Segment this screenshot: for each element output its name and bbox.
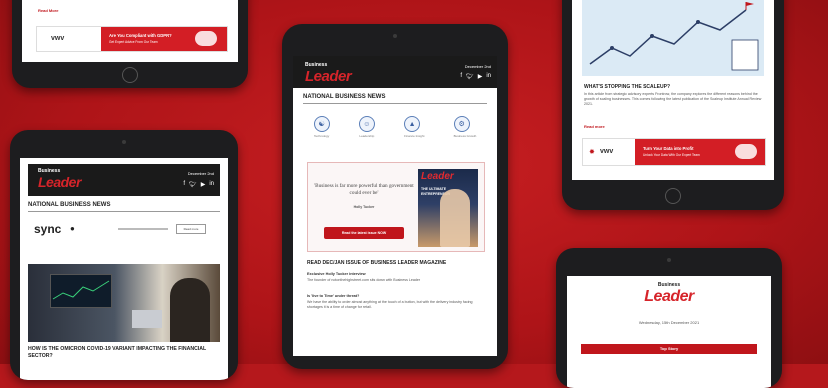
climbing-chart-icon: [589, 2, 759, 71]
camera-icon: [667, 258, 671, 262]
issue-date: December 2nd: [464, 64, 491, 69]
monitor-screen: [50, 274, 112, 308]
promo-quote: 'Business is far more powerful than gove…: [314, 183, 414, 196]
stock-chart-icon: [52, 280, 110, 300]
ad-title: Are You Compliant with GDPR?: [109, 33, 172, 38]
sponsor-read-more-button[interactable]: Read more: [176, 224, 206, 234]
apple-icon: ●: [70, 224, 75, 233]
sponsor-row: sync ● Read more: [28, 220, 220, 242]
tablet-screen: Read More vwv Are You Compliant with GDP…: [22, 0, 238, 62]
tablet-screen: WHAT'S STOPPING THE SCALEUP? In this art…: [572, 0, 774, 180]
tablet-bottom-left: Business Leader December 2nd f 🐦︎ ▶ in N…: [10, 130, 238, 380]
newsletter-header: Business Leader December 2nd f 🐦︎ ▶ in: [28, 164, 220, 196]
ad-red-band: Turn Your Data into Profit Unlock Your D…: [635, 139, 765, 165]
business-leader-logo: Business Leader: [305, 62, 352, 85]
magazine-cover[interactable]: Leader THE ULTIMATE ENTREPRENEUR: [418, 169, 478, 247]
tablet-screen: Business Leader Wednesday, 15th December…: [567, 276, 771, 388]
paragraph: We have the ability to order almost anyt…: [307, 300, 473, 309]
paragraph: In this article from strategic advisory …: [584, 92, 762, 106]
category-item[interactable]: ⚙ Business Growth: [453, 116, 476, 138]
tablet-center: Business Leader December 2nd f 🐦︎ ▶ in N…: [282, 24, 508, 369]
paragraph: The founder of notonthehighstreet.com si…: [307, 278, 421, 282]
section-heading: NATIONAL BUSINESS NEWS: [303, 94, 487, 104]
paragraph-title: Exclusive Holly Tucker interview: [307, 272, 366, 276]
ad-subtitle: Unlock Your Data With Our Expert Team: [643, 153, 700, 157]
issue-date: Wednesday, 15th December 2021: [638, 320, 700, 325]
newsletter-header: Business Leader December 2nd f 🐦︎ ▶ in: [293, 56, 497, 88]
paragraph-title: Is 'live to Time' under threat?: [307, 294, 360, 298]
vwv-logo: vwv: [51, 35, 65, 42]
read-more-link[interactable]: Read more: [584, 124, 605, 129]
laptop: [132, 310, 162, 328]
linkedin-icon[interactable]: in: [486, 73, 491, 80]
read-latest-issue-button[interactable]: Read the latest issue NOW: [324, 227, 404, 239]
magazine-title: Leader: [421, 171, 454, 182]
cloud-lock-icon: [195, 31, 217, 46]
article-headline[interactable]: READ DEC/JAN ISSUE OF BUSINESS LEADER MA…: [307, 260, 487, 266]
gear-icon: ⚙: [453, 116, 470, 132]
business-leader-logo: Business Leader: [38, 168, 81, 190]
traders-photo: [28, 264, 220, 342]
vwv-logo: vwv: [600, 148, 614, 155]
tablet-bottom-right: Business Leader Wednesday, 15th December…: [556, 248, 782, 388]
gdpr-ad-banner[interactable]: vwv Are You Compliant with GDPR? Get Exp…: [36, 26, 228, 52]
camera-icon: [122, 140, 126, 144]
youtube-icon[interactable]: ▶: [478, 73, 483, 80]
read-more-link[interactable]: Read More: [38, 8, 58, 13]
category-item[interactable]: ▲ Finance Insight: [404, 116, 424, 138]
business-leader-logo: Business Leader: [644, 282, 694, 305]
home-button-icon[interactable]: [665, 188, 681, 204]
data-profit-ad-banner[interactable]: ✸ vwv Turn Your Data into Profit Unlock …: [582, 138, 766, 166]
tablet-screen: Business Leader December 2nd f 🐦︎ ▶ in N…: [20, 158, 228, 380]
youtube-icon[interactable]: ▶: [201, 181, 206, 188]
sync-logo: sync: [34, 222, 62, 236]
promo-author: Holly Tucker: [353, 205, 375, 209]
ad-subtitle: Get Expert Advice From Our Team: [109, 40, 158, 44]
category-icons: ☯ Technology ☺ Leadership ▲ Finance Insi…: [299, 116, 491, 138]
vwv-mark-icon: ✸: [589, 149, 595, 156]
cover-person: [440, 189, 470, 247]
ad-red-band: Are You Compliant with GDPR? Get Expert …: [101, 27, 227, 51]
article-headline[interactable]: WHAT'S STOPPING THE SCALEUP?: [584, 84, 670, 90]
tablet-screen: Business Leader December 2nd f 🐦︎ ▶ in N…: [293, 56, 497, 356]
home-button-icon[interactable]: [122, 67, 138, 83]
article-headline[interactable]: HOW IS THE OMICRON COVID-19 VARIANT IMPA…: [28, 346, 218, 359]
facebook-icon[interactable]: f: [183, 181, 185, 188]
category-item[interactable]: ☯ Technology: [313, 116, 330, 138]
scaleup-illustration: [582, 0, 764, 76]
person-silhouette: [170, 278, 210, 342]
network-icon: ☯: [313, 116, 330, 132]
section-heading: NATIONAL BUSINESS NEWS: [28, 202, 220, 212]
facebook-icon[interactable]: f: [460, 73, 462, 80]
camera-icon: [393, 34, 397, 38]
linkedin-icon[interactable]: in: [209, 181, 214, 188]
tablet-top-left: Read More vwv Are You Compliant with GDP…: [12, 0, 248, 88]
category-item[interactable]: ☺ Leadership: [358, 116, 375, 138]
issue-date: December 2nd: [187, 171, 214, 176]
twitter-icon[interactable]: 🐦︎: [189, 181, 197, 188]
twitter-icon[interactable]: 🐦︎: [466, 73, 474, 80]
tablet-top-right: WHAT'S STOPPING THE SCALEUP? In this art…: [562, 0, 784, 210]
top-story-button[interactable]: Top Story: [581, 344, 757, 354]
sponsor-text-line: [118, 228, 168, 230]
social-links: f 🐦︎ ▶ in: [460, 73, 491, 80]
ad-title: Turn Your Data into Profit: [643, 146, 694, 151]
person-icon: ☺: [358, 116, 375, 132]
social-links: f 🐦︎ ▶ in: [183, 181, 214, 188]
cloud-lock-icon: [735, 144, 757, 159]
promo-card[interactable]: 'Business is far more powerful than gove…: [307, 162, 485, 252]
chart-icon: ▲: [404, 116, 421, 132]
